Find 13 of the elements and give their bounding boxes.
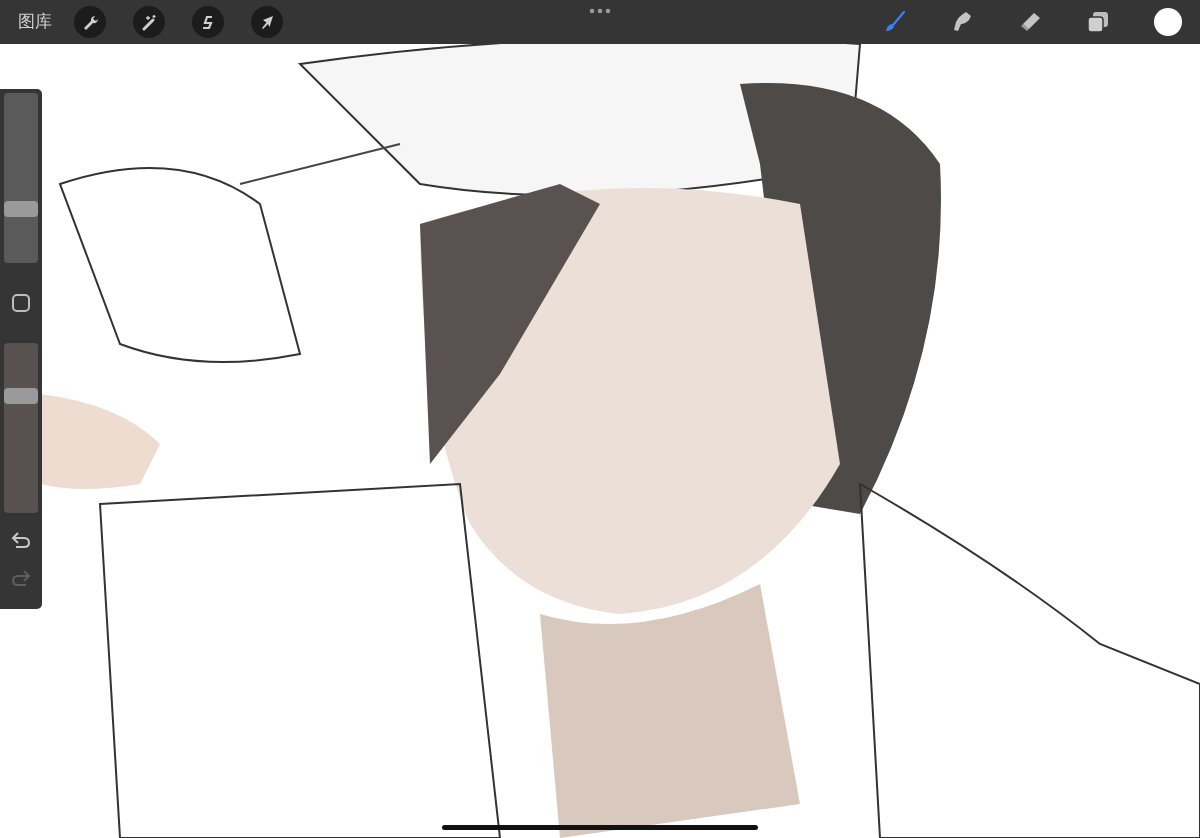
opacity-slider[interactable] (4, 343, 38, 513)
magic-wand-icon[interactable] (133, 6, 165, 38)
layers-icon[interactable] (1086, 10, 1110, 34)
more-icon[interactable] (589, 8, 611, 14)
slider-thumb[interactable] (4, 200, 38, 217)
undo-icon[interactable] (11, 531, 31, 549)
color-swatch[interactable] (1154, 8, 1182, 36)
wrench-icon[interactable] (74, 6, 106, 38)
arrow-cursor-icon[interactable] (251, 6, 283, 38)
selection-icon[interactable] (192, 6, 224, 38)
slider-thumb[interactable] (4, 387, 38, 404)
gallery-link[interactable]: 图库 (18, 9, 52, 35)
brush-size-slider[interactable] (4, 93, 38, 263)
